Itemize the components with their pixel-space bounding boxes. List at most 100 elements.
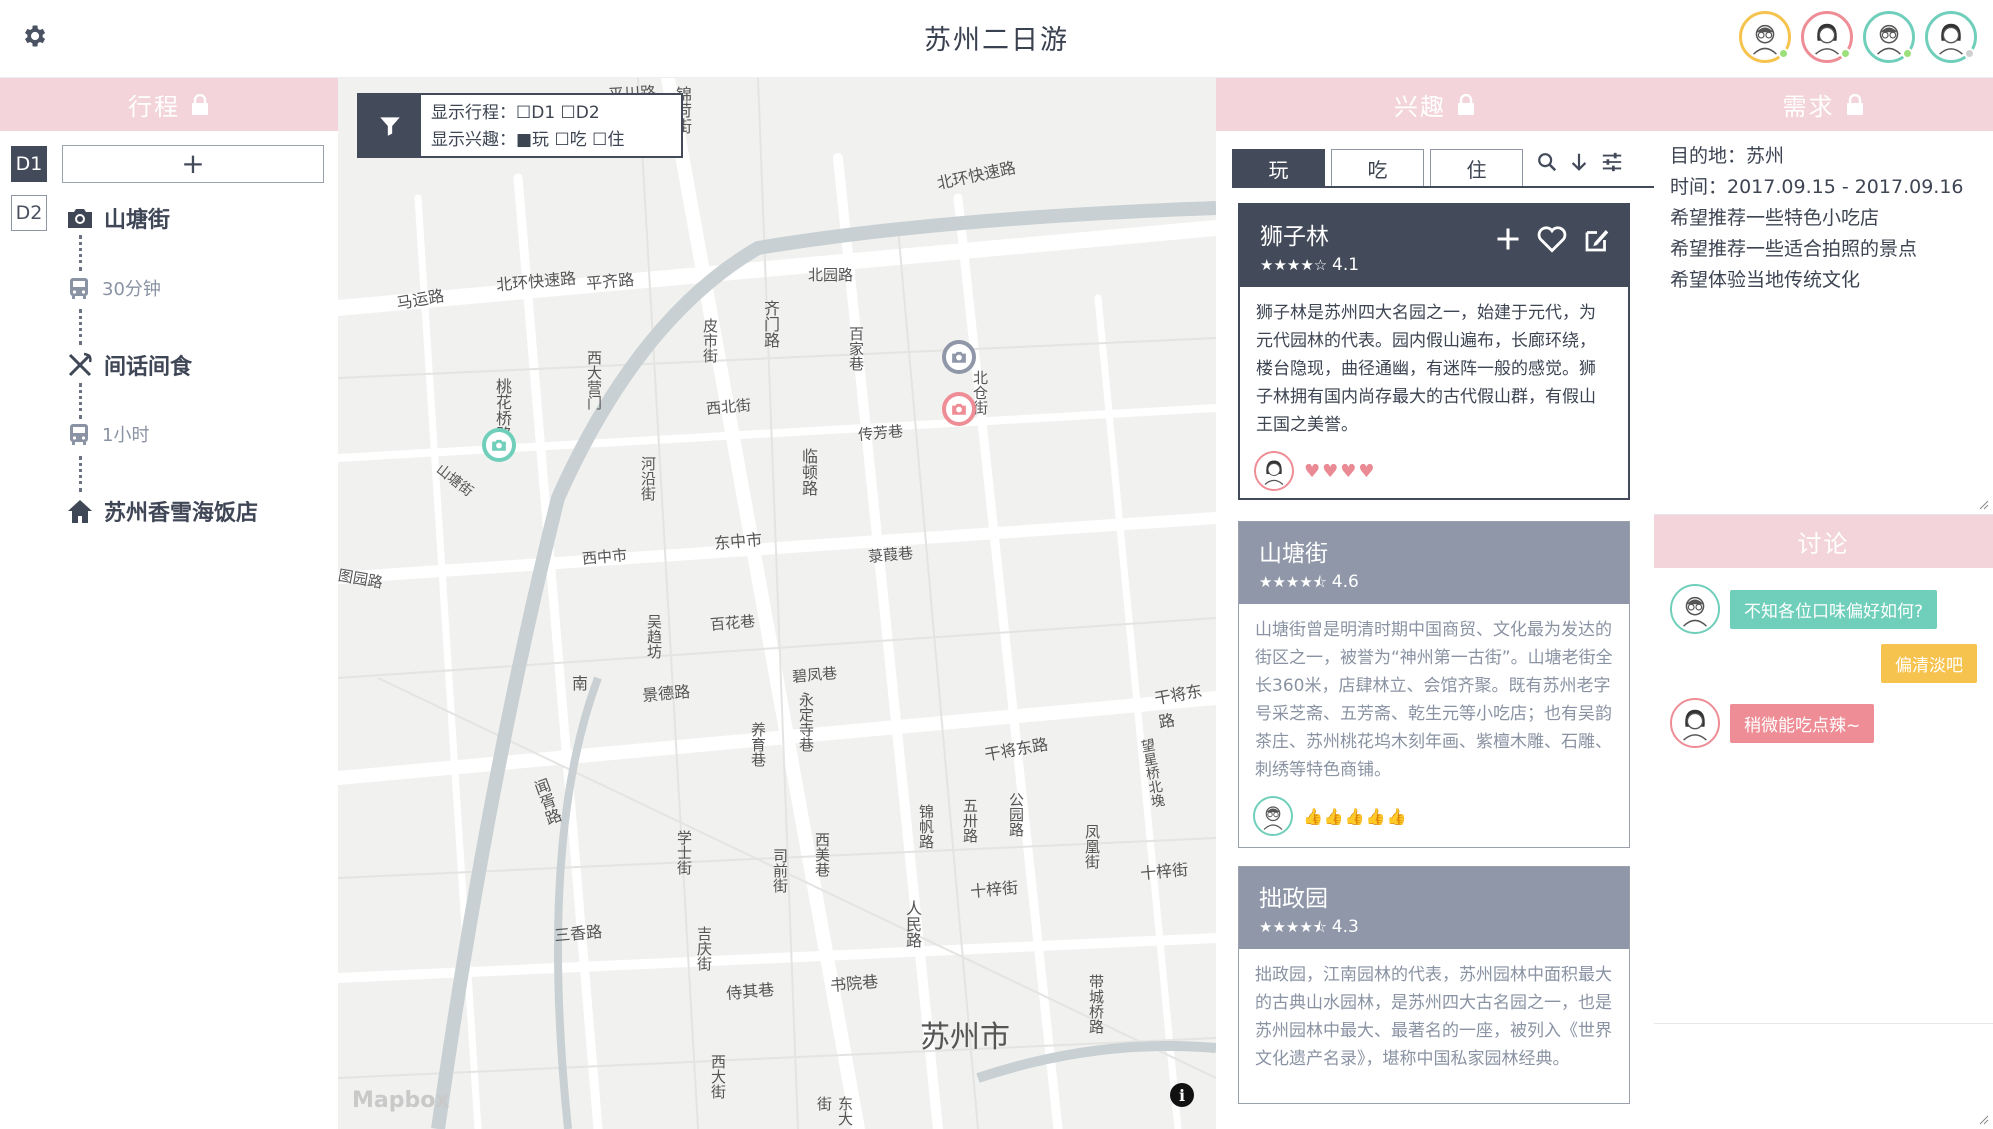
add-stop-button[interactable]: + [62,145,324,183]
resize-handle-icon[interactable] [1979,500,1989,510]
tab-eat[interactable]: 吃 [1331,149,1424,187]
map-label: 传芳巷 [857,422,904,444]
itinerary-transfer: 1小时 [66,421,149,447]
map-label: 三香路 [553,921,603,946]
itinerary-stop[interactable]: 苏州香雪海饭店 [66,495,258,527]
map-label: 碧凤巷 [791,664,838,686]
interest-card[interactable]: 山塘街 ★★★★⯪ 4.6 山塘街曾是明清时期中国商贸、文化最为发达的街区之一，… [1238,521,1630,848]
map-view[interactable]: 平川路 锦荷街 北环快速路 北环快速路 平齐路 马运路 北园路 齐门路 皮市街 … [338,78,1216,1129]
heart-icon[interactable] [1536,225,1568,253]
route-connector [79,456,82,492]
map-label: 锦帆路 [917,804,935,849]
sort-down-icon[interactable] [1568,151,1590,173]
map-label: 干将东路 [1152,681,1204,732]
map-label: 书院巷 [829,971,879,996]
map-label: 西大街 [709,1054,727,1099]
map-label: 北园路 [808,266,854,284]
route-connector [79,383,82,419]
chat-message: 偏清淡吧 [1881,644,1977,683]
chat-bubble: 不知各位口味偏好如何? [1730,589,1938,629]
map-label: 景德路 [641,681,691,706]
home-icon [68,500,92,523]
map-label: 十梓街 [969,877,1019,902]
stop-name: 苏州香雪海饭店 [104,501,259,526]
itinerary-stop[interactable]: 间话间食 [66,349,192,381]
lock-icon[interactable] [1456,93,1476,116]
map-label: 凤凰街 [1083,824,1101,869]
resize-handle-icon[interactable] [1979,1115,1989,1125]
map-marker-camera[interactable] [942,392,976,426]
camera-icon [952,403,966,415]
need-line: 希望体验当地传统文化 [1670,269,1861,291]
map-label: 苏州市 [920,1020,1010,1055]
page-title: 苏州二日游 [924,25,1069,56]
star-rating: ★★★★☆ [1260,256,1328,274]
mapbox-logo[interactable]: Mapbox [352,1088,450,1113]
map-label: 东中市 [713,529,763,554]
day-tab-d1[interactable]: D1 [11,146,47,182]
rating-value: 4.6 [1331,572,1359,592]
need-line: 时间：2017.09.15 - 2017.09.16 [1670,176,1964,198]
chat-input[interactable] [1654,1023,1993,1129]
chat-bubble: 稍微能吃点辣~ [1730,703,1875,743]
map-label: 皮市街 [701,318,719,363]
filter-icon[interactable] [359,95,421,156]
need-line: 希望推荐一些特色小吃店 [1670,207,1880,229]
itinerary-header-label: 行程 [128,93,180,121]
chat-message: 稍微能吃点辣~ [1670,698,1875,748]
interest-card[interactable]: 拙政园 ★★★★⯪ 4.3 拙政园，江南园林的代表，苏州园林中面积最大的古典山水… [1238,866,1630,1104]
map-label: 南 [572,674,589,693]
edit-icon[interactable] [1582,225,1612,255]
heart-reactions: ♥♥♥♥ [1304,460,1377,482]
add-icon[interactable] [1494,225,1522,253]
day-tab-d2[interactable]: D2 [11,195,47,231]
camera-icon [68,209,92,228]
map-label: 侍其巷 [725,979,775,1004]
avatar [1670,698,1720,748]
chat-message: 不知各位口味偏好如何? [1670,584,1938,634]
needs-panel[interactable]: 目的地：苏州 时间：2017.09.15 - 2017.09.16 希望推荐一些… [1654,131,1993,515]
transfer-duration: 1小时 [102,425,150,446]
tab-stay[interactable]: 住 [1430,149,1523,187]
star-rating: ★★★★⯪ [1259,573,1327,591]
card-description: 山塘街曾是明清时期中国商贸、文化最为发达的街区之一，被誉为“神州第一古街”。山塘… [1255,620,1613,780]
avatar[interactable] [1925,11,1977,63]
sliders-icon[interactable] [1600,151,1624,173]
map-label: 司前街 [771,848,789,893]
avatar[interactable] [1739,11,1791,63]
need-line: 目的地：苏州 [1670,145,1785,167]
map-marker-camera[interactable] [482,428,516,462]
interest-card[interactable]: 狮子林 ★★★★☆ 4.1 狮子林是苏州四大名园之一，始建于元代，为元代园林的代… [1238,203,1630,500]
map-label: 吉庆街 [695,926,713,971]
map-label: 东大街 [815,1096,854,1126]
filter-interest-line[interactable]: 显示兴趣：■玩 ☐吃 ☐住 [431,127,624,154]
interest-toolbar [1536,151,1624,173]
search-icon[interactable] [1536,151,1558,173]
map-marker-camera[interactable] [942,340,976,374]
itinerary-header: 行程 [0,78,338,131]
map-label: 河沿街 [639,456,657,501]
map-label: 十梓街 [1139,859,1189,884]
tab-underline [1232,186,1654,188]
map-label: 百花巷 [709,612,756,634]
map-filter-panel[interactable]: 显示行程：☐D1 ☐D2 显示兴趣：■玩 ☐吃 ☐住 [357,93,683,158]
info-icon[interactable]: i [1170,1083,1194,1107]
filter-itinerary-line[interactable]: 显示行程：☐D1 ☐D2 [431,100,624,127]
camera-icon [952,351,966,363]
thumbs-up-reactions: 👍👍👍👍👍 [1303,806,1408,826]
tab-play[interactable]: 玩 [1232,149,1325,187]
map-label: 临顿路 [799,448,818,496]
lock-icon[interactable] [190,93,210,116]
avatar[interactable] [1863,11,1915,63]
top-bar: 苏州二日游 [0,0,1993,78]
map-label: 永定寺巷 [797,692,815,752]
map-label: 人民路 [903,900,922,948]
avatar[interactable] [1801,11,1853,63]
itinerary-stop[interactable]: 山塘街 [66,202,170,234]
map-label: 西中市 [581,546,628,568]
lock-icon[interactable] [1845,93,1865,116]
category-tabs: 玩 吃 住 [1232,149,1523,187]
map-label: 养育巷 [749,722,767,767]
woman-avatar-icon [1683,709,1707,741]
status-dot [1902,48,1913,59]
